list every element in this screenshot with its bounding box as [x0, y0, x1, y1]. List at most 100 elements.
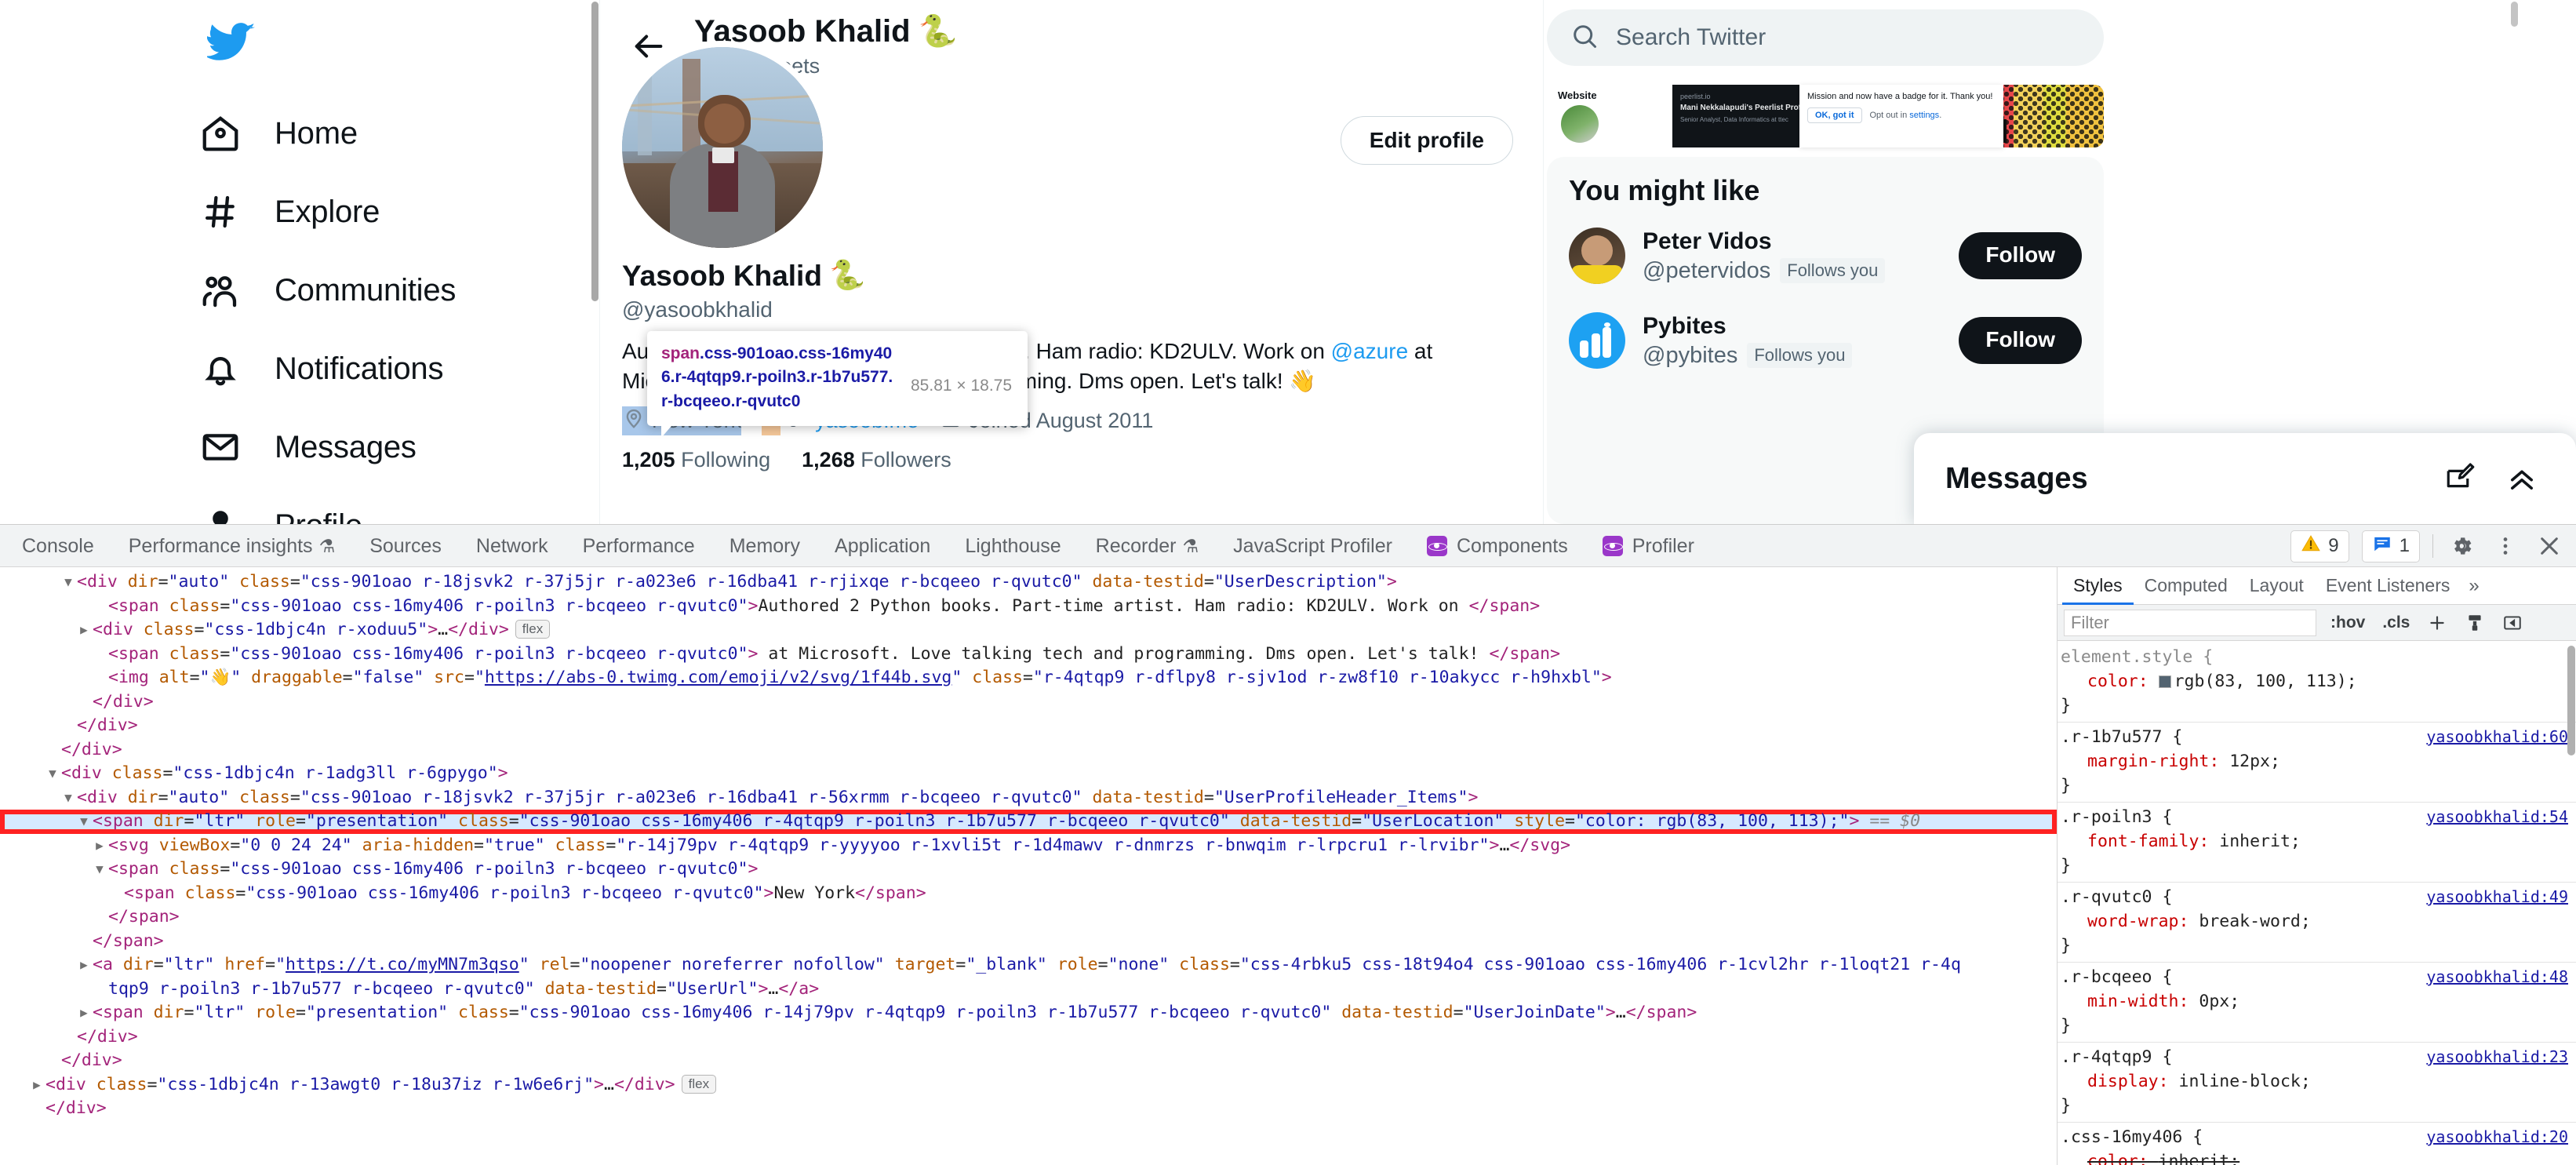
tab-recorder[interactable]: Recorder ⚗	[1079, 525, 1216, 567]
more-tabs-icon[interactable]: »	[2461, 575, 2487, 597]
chevrons-up-icon[interactable]	[2499, 456, 2545, 501]
add-style-rule-icon[interactable]	[2424, 610, 2450, 636]
style-declaration[interactable]: min-width: 0px;	[2061, 989, 2576, 1014]
dom-node[interactable]: <img alt="👋" draggable="false" src="http…	[0, 666, 2057, 690]
dom-node[interactable]: </div>	[0, 690, 2057, 715]
new-message-icon[interactable]	[2438, 456, 2483, 501]
tab-components[interactable]: Components	[1410, 525, 1585, 567]
style-rule[interactable]: .css-16my406 {yasoobkhalid:20 color: inhe…	[2058, 1123, 2576, 1165]
tab-layout[interactable]: Layout	[2239, 567, 2315, 605]
disclosure-triangle-icon[interactable]: ▶	[77, 953, 91, 978]
style-source-link[interactable]: yasoobkhalid:48	[2426, 965, 2568, 989]
disclosure-triangle-icon[interactable]: ▼	[77, 810, 91, 834]
dom-node[interactable]: ▶ <div class="css-1dbjc4n r-13awgt0 r-18u…	[0, 1073, 2057, 1098]
message-count-badge[interactable]: 1	[2361, 530, 2420, 562]
flex-badge[interactable]: flex	[515, 620, 551, 639]
element-classes-icon[interactable]	[2461, 610, 2488, 636]
follow-button[interactable]: Follow	[1959, 317, 2082, 364]
sidebar-item-messages[interactable]: Messages	[196, 408, 588, 486]
tab-profiler[interactable]: Profiler	[1585, 525, 1712, 567]
tab-computed[interactable]: Computed	[2134, 567, 2239, 605]
style-rule[interactable]: .r-1b7u577 {yasoobkhalid:60 margin-right:…	[2058, 723, 2576, 803]
style-declaration[interactable]: color: rgb(83, 100, 113);	[2061, 669, 2576, 694]
tab-sources[interactable]: Sources	[352, 525, 459, 567]
dom-node[interactable]: </span>	[0, 905, 2057, 930]
tab-event-listeners[interactable]: Event Listeners	[2315, 567, 2461, 605]
warning-count-badge[interactable]: 9	[2290, 530, 2349, 562]
dom-node[interactable]: ▼ <div dir="auto" class="css-901oao r-18j…	[0, 786, 2057, 810]
disclosure-triangle-icon[interactable]: ▼	[61, 570, 75, 595]
style-source-link[interactable]: yasoobkhalid:60	[2426, 725, 2568, 749]
style-value[interactable]: inline-block;	[2179, 1072, 2311, 1091]
list-item[interactable]: Pybites @pybites Follows you Follow	[1547, 298, 2104, 383]
disclosure-triangle-icon[interactable]: ▶	[77, 1001, 91, 1025]
style-source-link[interactable]: yasoobkhalid:54	[2426, 805, 2568, 829]
tab-memory[interactable]: Memory	[712, 525, 817, 567]
sidebar-item-communities[interactable]: Communities	[196, 251, 588, 329]
dom-node[interactable]: </div>	[0, 738, 2057, 763]
following-count[interactable]: 1,205 Following	[622, 448, 770, 472]
style-source-link[interactable]: yasoobkhalid:20	[2426, 1125, 2568, 1149]
tab-styles[interactable]: Styles	[2062, 567, 2134, 605]
search-input[interactable]: Search Twitter	[1547, 9, 2104, 66]
style-source-link[interactable]: yasoobkhalid:49	[2426, 885, 2568, 909]
flex-badge[interactable]: flex	[681, 1074, 717, 1094]
dom-tree[interactable]: ▼ <div dir="auto" class="css-901oao r-18j…	[0, 567, 2057, 1165]
dom-node[interactable]: ▼ <div dir="auto" class="css-901oao r-18j…	[0, 570, 2057, 595]
avatar[interactable]	[616, 41, 829, 254]
disclosure-triangle-icon[interactable]: ▼	[93, 857, 107, 882]
disclosure-triangle-icon[interactable]: ▶	[93, 834, 107, 858]
collapse-sidebar-icon[interactable]	[2499, 610, 2526, 636]
dom-node[interactable]: ▶ <a dir="ltr" href="https://t.co/myMN7m3…	[0, 953, 2057, 978]
disclosure-triangle-icon[interactable]: ▶	[77, 618, 91, 643]
dom-node[interactable]: </div>	[0, 1049, 2057, 1073]
dom-node[interactable]: </div>	[0, 1025, 2057, 1050]
follow-button[interactable]: Follow	[1959, 232, 2082, 279]
more-vertical-icon[interactable]	[2490, 530, 2521, 562]
tab-network[interactable]: Network	[459, 525, 566, 567]
color-swatch[interactable]	[2158, 675, 2171, 688]
dom-node[interactable]: ▶ <svg viewBox="0 0 24 24" aria-hidden="t…	[0, 834, 2057, 858]
gear-icon[interactable]	[2446, 530, 2477, 562]
style-value[interactable]: break-word;	[2199, 912, 2310, 931]
style-rule[interactable]: .r-poiln3 {yasoobkhalid:54 font-family: i…	[2058, 803, 2576, 883]
followers-count[interactable]: 1,268 Followers	[802, 448, 951, 472]
dom-node[interactable]: </div>	[0, 1097, 2057, 1121]
dom-node[interactable]: </span>	[0, 930, 2057, 954]
dom-node[interactable]: ▶ <span dir="ltr" role="presentation" cla…	[0, 1001, 2057, 1025]
dom-node[interactable]: <span class="css-901oao css-16my406 r-po…	[0, 882, 2057, 906]
style-rule[interactable]: .r-qvutc0 {yasoobkhalid:49 word-wrap: bre…	[2058, 883, 2576, 963]
disclosure-triangle-icon[interactable]: ▶	[30, 1073, 44, 1098]
styles-scrollbar-thumb[interactable]	[2567, 646, 2575, 755]
style-declaration[interactable]: word-wrap: break-word;	[2061, 909, 2576, 934]
tab-javascript-profiler[interactable]: JavaScript Profiler	[1216, 525, 1410, 567]
page-scrollbar-thumb[interactable]	[591, 2, 599, 301]
close-icon[interactable]	[2534, 530, 2565, 562]
sidebar-item-explore[interactable]: Explore	[196, 173, 588, 251]
style-declaration[interactable]: display: inline-block;	[2061, 1069, 2576, 1094]
tab-performance[interactable]: Performance	[566, 525, 712, 567]
avatar[interactable]	[1569, 312, 1625, 369]
disclosure-triangle-icon[interactable]: ▼	[61, 786, 75, 810]
style-declaration[interactable]: color: inherit;	[2061, 1149, 2576, 1165]
style-declaration[interactable]: margin-right: 12px;	[2061, 749, 2576, 774]
cls-toggle[interactable]: .cls	[2379, 613, 2413, 632]
style-value[interactable]: inherit;	[2159, 1152, 2240, 1165]
style-value[interactable]: inherit;	[2219, 832, 2301, 851]
dom-node[interactable]: ▼ <span class="css-901oao css-16my406 r-p…	[0, 857, 2057, 882]
disclosure-triangle-icon[interactable]: ▼	[45, 762, 60, 786]
style-value[interactable]: rgb(83, 100, 113);	[2174, 672, 2357, 691]
style-value[interactable]: 12px;	[2229, 752, 2280, 771]
messages-dock[interactable]: Messages	[1914, 433, 2576, 524]
promo-ok-button[interactable]: OK, got it	[1807, 107, 1862, 123]
tab-console[interactable]: Console	[5, 525, 111, 567]
dom-node[interactable]: ▼ <div class="css-1dbjc4n r-1adg3ll r-6gp…	[0, 762, 2057, 786]
avatar[interactable]	[1569, 228, 1625, 284]
promo-settings-link[interactable]: settings	[1909, 111, 1939, 120]
tab-lighthouse[interactable]: Lighthouse	[948, 525, 1078, 567]
dom-node[interactable]: </div>	[0, 714, 2057, 738]
dom-node-selected[interactable]: ▼ <span dir="ltr" role="presentation" cla…	[0, 810, 2057, 834]
sidebar-item-profile[interactable]: Profile	[196, 486, 588, 524]
style-rule[interactable]: element.style {color: rgb(83, 100, 113);…	[2058, 643, 2576, 723]
style-declaration[interactable]: font-family: inherit;	[2061, 829, 2576, 854]
